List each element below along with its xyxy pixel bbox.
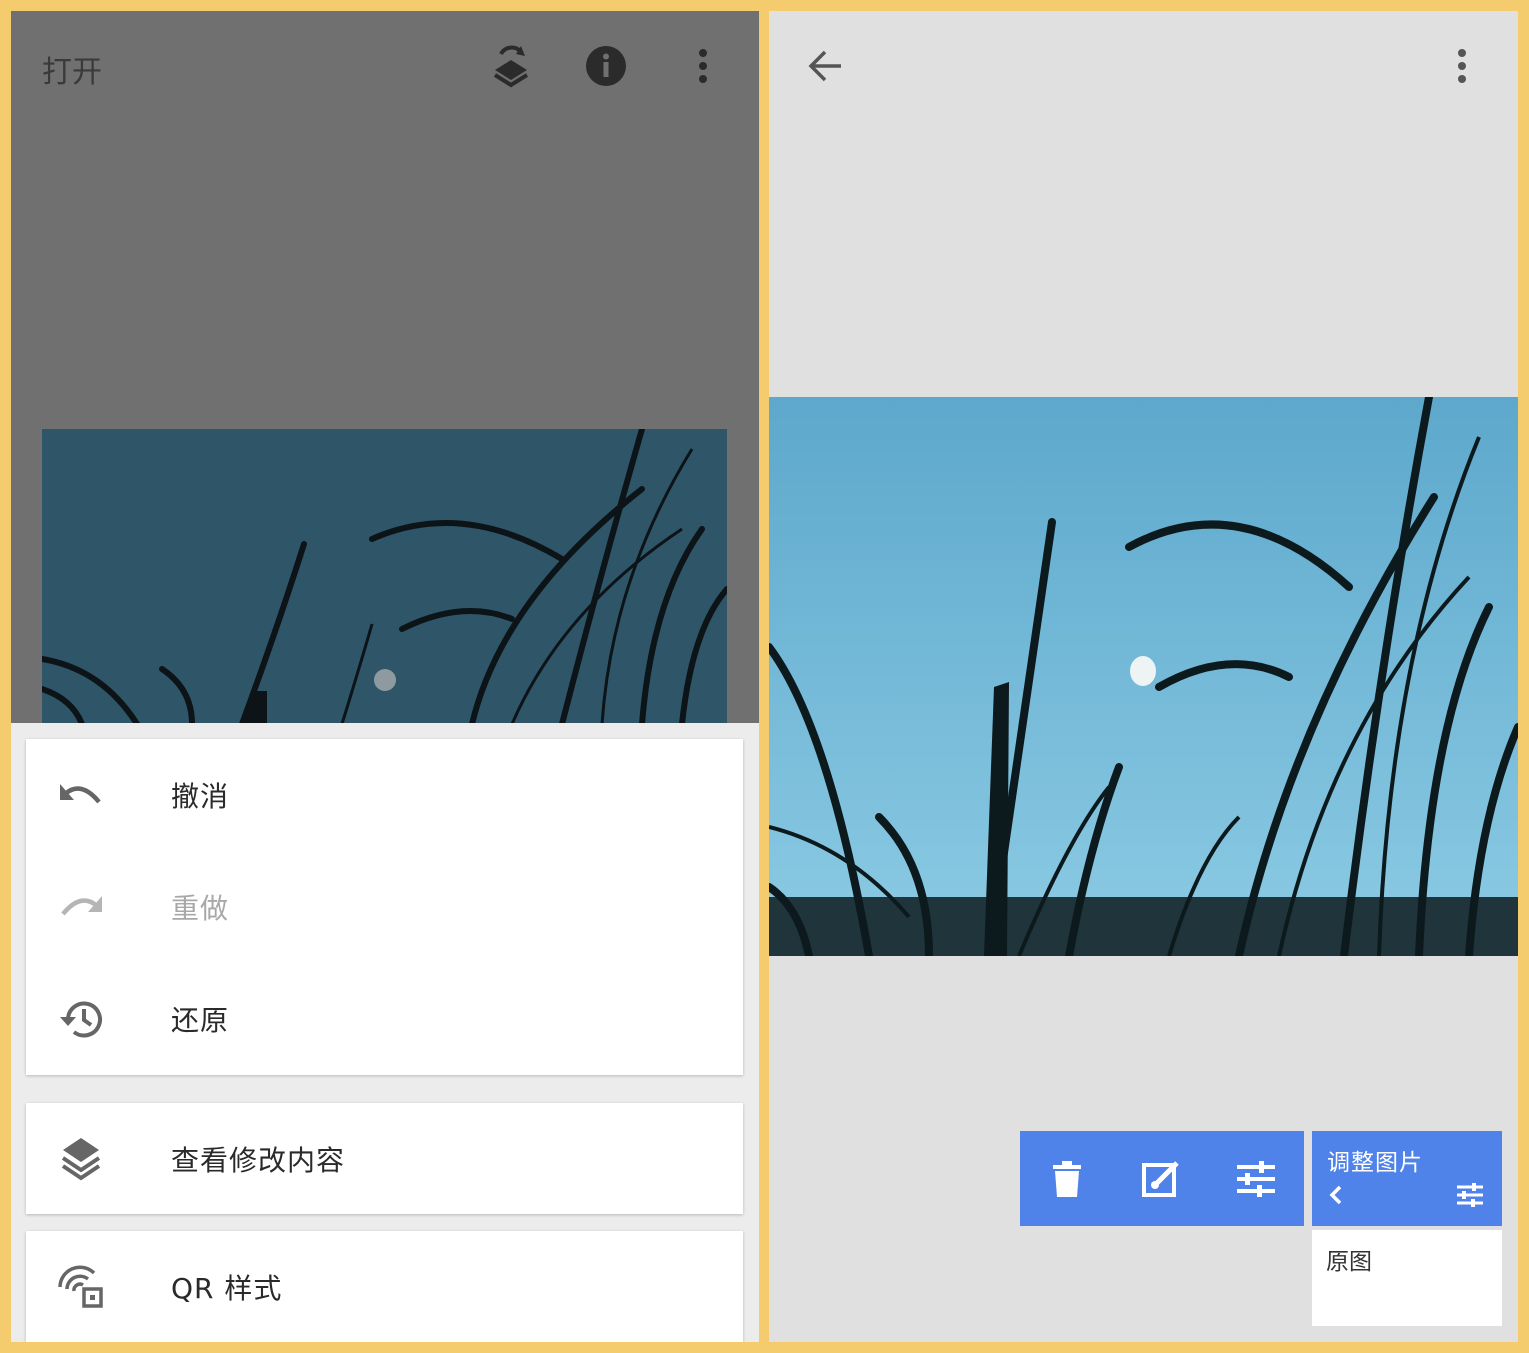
history-icon <box>56 994 106 1044</box>
qr-style-card: QR 样式 <box>26 1231 743 1342</box>
menu-item-view-edits[interactable]: 查看修改内容 <box>26 1103 743 1214</box>
left-screen: 打开 撤消 重做 还原 查看修改内容 QR 样式 <box>11 11 759 1342</box>
right-screen: 调整图片 原图 <box>769 11 1518 1342</box>
layers-icon <box>56 1134 106 1184</box>
sliders-icon[interactable] <box>1231 1154 1281 1204</box>
bottom-sheet: 撤消 重做 还原 查看修改内容 QR 样式 <box>11 723 759 1342</box>
undo-icon <box>56 770 106 820</box>
more-vert-icon[interactable] <box>679 42 727 90</box>
original-toggle[interactable]: 原图 <box>1312 1230 1502 1326</box>
menu-item-revert[interactable]: 还原 <box>26 963 743 1075</box>
menu-item-label: QR 样式 <box>171 1271 283 1305</box>
menu-item-qr-style[interactable]: QR 样式 <box>26 1231 743 1342</box>
back-arrow-icon[interactable] <box>801 42 849 90</box>
photo-preview-dimmed <box>42 429 727 724</box>
adjust-title: 调整图片 <box>1327 1150 1423 1176</box>
qr-style-icon <box>56 1262 106 1312</box>
chevron-left-icon[interactable] <box>1329 1184 1343 1210</box>
layers-rotate-icon[interactable] <box>487 43 535 91</box>
edit-history-card: 撤消 重做 还原 <box>26 739 743 1075</box>
info-icon[interactable] <box>582 42 630 90</box>
menu-item-redo[interactable]: 重做 <box>26 851 743 963</box>
photo-preview <box>769 397 1518 956</box>
menu-item-undo[interactable]: 撤消 <box>26 739 743 851</box>
menu-item-label: 重做 <box>171 892 230 925</box>
view-edits-card: 查看修改内容 <box>26 1103 743 1214</box>
adjust-image-card[interactable]: 调整图片 <box>1312 1131 1502 1226</box>
sliders-icon[interactable] <box>1457 1183 1483 1211</box>
page-title: 打开 <box>42 55 102 90</box>
tools-bar <box>1020 1131 1304 1226</box>
edit-brush-icon[interactable] <box>1136 1154 1186 1204</box>
delete-icon[interactable] <box>1042 1154 1092 1204</box>
menu-item-label: 查看修改内容 <box>171 1143 346 1177</box>
menu-item-label: 还原 <box>171 1004 230 1037</box>
more-vert-icon[interactable] <box>1438 42 1486 90</box>
original-label: 原图 <box>1326 1249 1372 1275</box>
redo-icon <box>56 882 106 932</box>
menu-item-label: 撤消 <box>171 780 230 813</box>
